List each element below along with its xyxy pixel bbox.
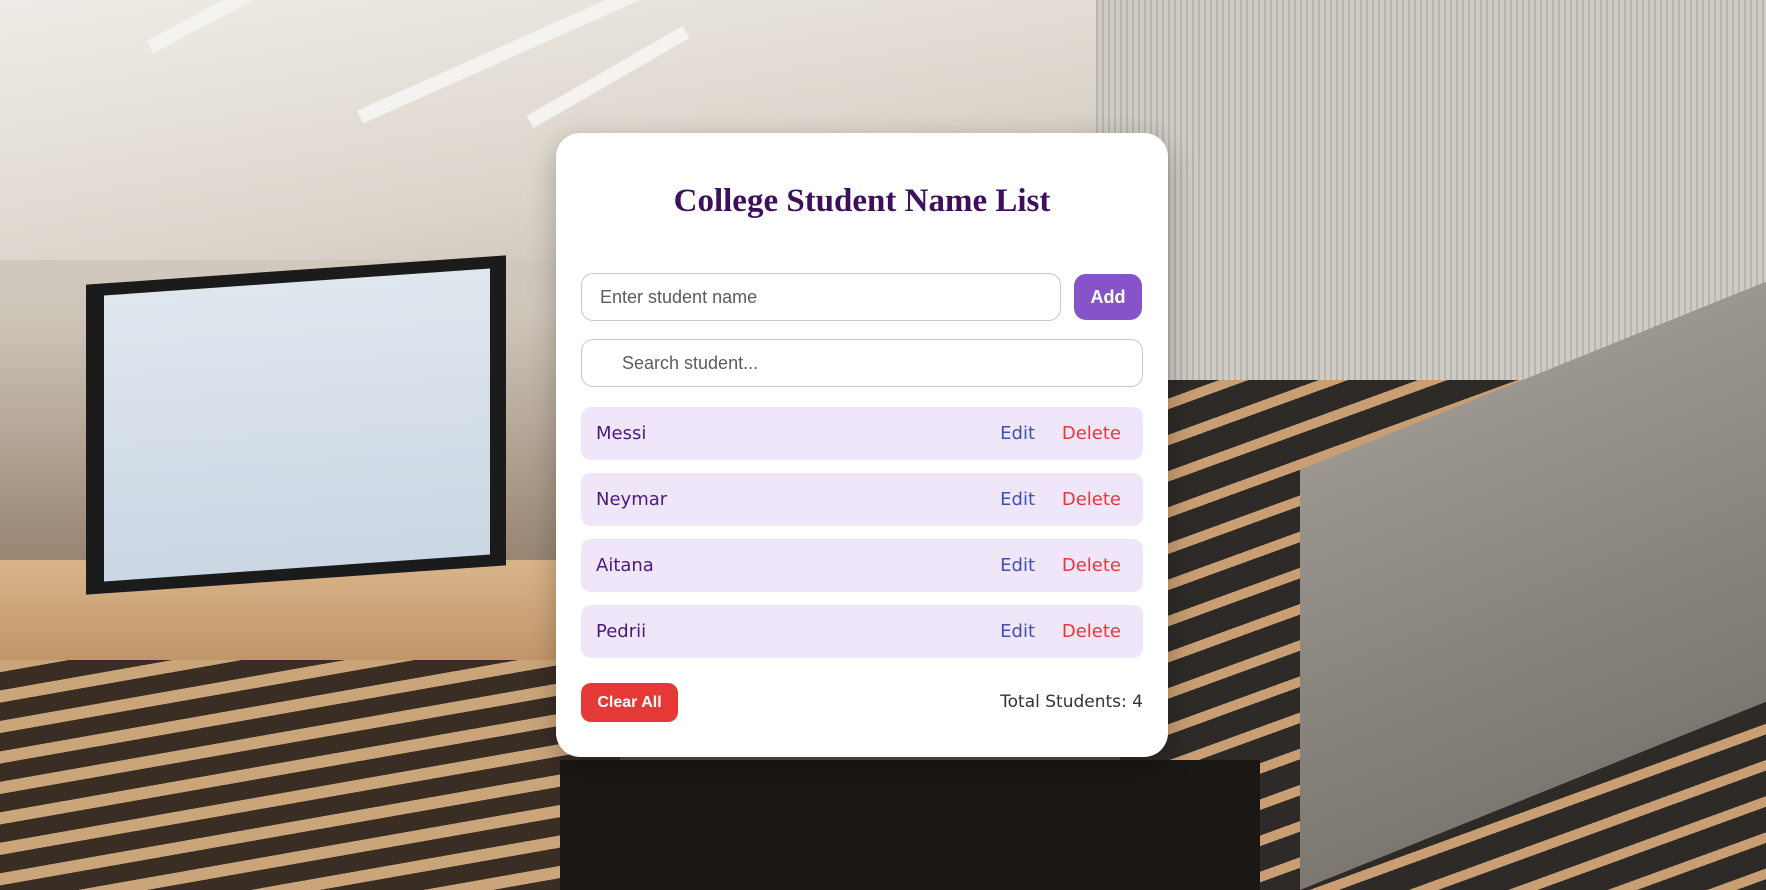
- student-name-input[interactable]: [581, 273, 1061, 321]
- edit-button[interactable]: Edit: [1000, 539, 1035, 592]
- bg-seats: [0, 660, 620, 890]
- list-item: Aitana Edit Delete: [581, 539, 1143, 592]
- delete-button[interactable]: Delete: [1062, 407, 1121, 460]
- bg-projection-screen: [104, 268, 490, 582]
- student-name: Neymar: [596, 489, 668, 510]
- edit-button[interactable]: Edit: [1000, 473, 1035, 526]
- list-item: Messi Edit Delete: [581, 407, 1143, 460]
- search-input[interactable]: [581, 339, 1143, 387]
- student-name: Pedrii: [596, 621, 647, 642]
- student-list: Messi Edit Delete Neymar Edit Delete Ait…: [581, 407, 1143, 671]
- clear-all-button[interactable]: Clear All: [581, 683, 678, 722]
- delete-button[interactable]: Delete: [1062, 539, 1121, 592]
- student-list-card: College Student Name List Add Messi Edit…: [556, 133, 1168, 757]
- list-item: Neymar Edit Delete: [581, 473, 1143, 526]
- add-button[interactable]: Add: [1074, 274, 1142, 320]
- edit-button[interactable]: Edit: [1000, 407, 1035, 460]
- student-name: Messi: [596, 423, 647, 444]
- delete-button[interactable]: Delete: [1062, 605, 1121, 658]
- total-students-count: Total Students: 4: [1000, 692, 1143, 712]
- student-name: Aitana: [596, 555, 654, 576]
- delete-button[interactable]: Delete: [1062, 473, 1121, 526]
- edit-button[interactable]: Edit: [1000, 605, 1035, 658]
- search-box: [581, 339, 1143, 387]
- list-item: Pedrii Edit Delete: [581, 605, 1143, 658]
- bg-shadow: [560, 760, 1260, 890]
- page-title: College Student Name List: [673, 183, 1051, 219]
